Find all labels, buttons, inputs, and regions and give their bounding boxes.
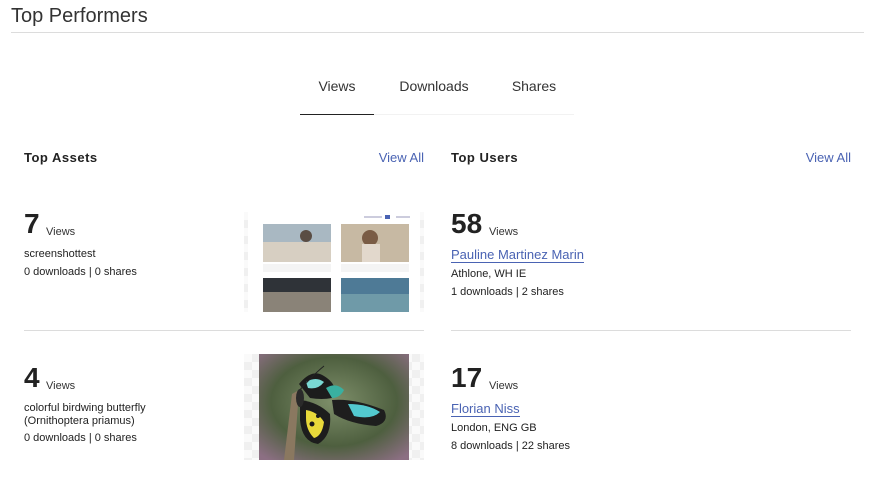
user-name-link[interactable]: Florian Niss bbox=[451, 401, 520, 417]
top-users-section: Top Users View All 58 Views Pauline Mart… bbox=[451, 148, 851, 452]
top-users-view-all-link[interactable]: View All bbox=[806, 150, 851, 165]
asset-name: colorful birdwing butterfly (Ornithopter… bbox=[24, 402, 146, 427]
user-view-count: 17 bbox=[451, 362, 483, 393]
asset-stats: 0 downloads | 0 shares bbox=[24, 432, 137, 444]
top-users-title: Top Users bbox=[451, 150, 519, 165]
tab-downloads-underline bbox=[374, 114, 494, 115]
user-view-unit: Views bbox=[489, 226, 519, 238]
tab-views-underline bbox=[300, 114, 374, 115]
asset-name: screenshottest bbox=[24, 248, 96, 260]
tab-shares[interactable]: Shares bbox=[494, 64, 574, 116]
asset-card: 4 Views colorful birdwing butterfly (Orn… bbox=[24, 354, 424, 477]
tab-shares-underline bbox=[494, 114, 574, 115]
screenshot-thumbnail[interactable] bbox=[244, 212, 424, 312]
tab-downloads[interactable]: Downloads bbox=[374, 64, 494, 116]
tab-downloads-label: Downloads bbox=[399, 78, 469, 94]
user-location: London, ENG GB bbox=[451, 422, 537, 434]
top-assets-section: Top Assets View All 7 Views screenshotte… bbox=[24, 148, 424, 460]
user-card: 58 Views Pauline Martinez Marin Athlone,… bbox=[451, 210, 851, 330]
user-view-count: 58 bbox=[451, 208, 483, 239]
top-assets-view-all-link[interactable]: View All bbox=[379, 150, 424, 165]
asset-view-unit: Views bbox=[46, 226, 76, 238]
user-divider bbox=[451, 330, 851, 331]
screenshot-thumbnail-icon bbox=[248, 212, 420, 312]
title-divider bbox=[11, 32, 864, 33]
top-users-header: Top Users View All bbox=[451, 148, 851, 168]
tab-views-label: Views bbox=[318, 78, 356, 94]
metric-tabs: Views Downloads Shares bbox=[300, 64, 574, 116]
asset-divider bbox=[24, 330, 424, 331]
asset-view-unit: Views bbox=[46, 380, 76, 392]
asset-view-count: 4 bbox=[24, 362, 40, 393]
user-location: Athlone, WH IE bbox=[451, 268, 527, 280]
tab-views[interactable]: Views bbox=[300, 64, 374, 116]
asset-stats: 0 downloads | 0 shares bbox=[24, 266, 137, 278]
user-card: 17 Views Florian Niss London, ENG GB 8 d… bbox=[451, 364, 851, 477]
user-name-link[interactable]: Pauline Martinez Marin bbox=[451, 247, 584, 263]
top-assets-title: Top Assets bbox=[24, 150, 98, 165]
user-view-unit: Views bbox=[489, 380, 519, 392]
butterfly-thumbnail[interactable] bbox=[244, 354, 424, 460]
asset-view-count: 7 bbox=[24, 208, 40, 239]
tab-shares-label: Shares bbox=[511, 78, 557, 94]
user-stats: 8 downloads | 22 shares bbox=[451, 440, 571, 452]
page-title: Top Performers bbox=[11, 5, 148, 27]
top-assets-header: Top Assets View All bbox=[24, 148, 424, 168]
butterfly-thumbnail-icon bbox=[259, 354, 409, 460]
asset-card: 7 Views screenshottest 0 downloads | 0 s… bbox=[24, 210, 424, 330]
user-stats: 1 downloads | 2 shares bbox=[451, 286, 564, 298]
